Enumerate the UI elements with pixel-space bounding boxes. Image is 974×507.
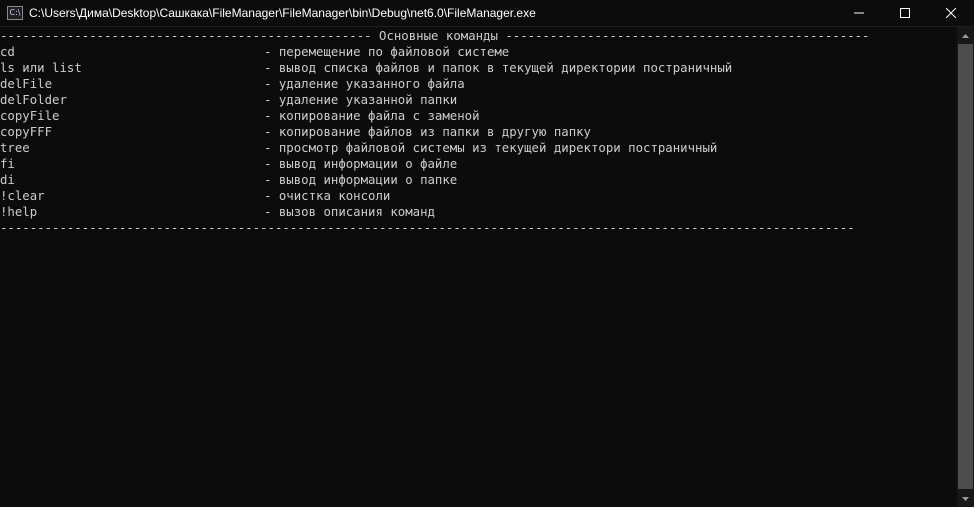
command-description: - просмотр файловой системы из текущей д… [264, 141, 718, 155]
scroll-down-button[interactable] [957, 490, 974, 507]
command-name: delFolder [0, 93, 67, 107]
command-description: - очистка консоли [264, 189, 391, 203]
command-description: - копирование файла с заменой [264, 109, 480, 123]
command-row: copyFFF - копирование файлов из папки в д… [0, 124, 958, 140]
command-row: ls или list - вывод списка файлов и папок… [0, 60, 958, 76]
command-row: !help - вызов описания команд [0, 204, 958, 220]
close-button[interactable] [928, 0, 974, 26]
scroll-up-button[interactable] [957, 27, 974, 44]
minimize-button[interactable] [836, 0, 882, 26]
maximize-icon [900, 8, 910, 18]
vertical-scrollbar[interactable] [957, 27, 974, 507]
maximize-button[interactable] [882, 0, 928, 26]
command-name: tree [0, 141, 30, 155]
command-description: - удаление указанного файла [264, 77, 465, 91]
command-row: fi - вывод информации о файле [0, 156, 958, 172]
command-name: !clear [0, 189, 45, 203]
command-name: fi [0, 157, 15, 171]
command-description: - вывод списка файлов и папок в текущей … [264, 61, 733, 75]
command-description: - вывод информации о папке [264, 173, 458, 187]
command-name: delFile [0, 77, 53, 91]
console-output[interactable]: ----------------------------------------… [0, 28, 958, 507]
window-controls [836, 0, 974, 26]
command-name: copyFile [0, 109, 60, 123]
footer-separator: ----------------------------------------… [0, 221, 855, 235]
command-description: - перемещение по файловой системе [264, 45, 510, 59]
command-name: ls или list [0, 61, 82, 75]
command-row: !clear - очистка консоли [0, 188, 958, 204]
console-app-icon: C:\ [7, 6, 23, 20]
console-window: C:\ C:\Users\Дима\Desktop\Сашкака\FileMa… [0, 0, 974, 507]
command-row: delFile - удаление указанного файла [0, 76, 958, 92]
command-name: !help [0, 205, 38, 219]
command-list: cd - перемещение по файловой системе ls ил… [0, 44, 958, 220]
title-bar[interactable]: C:\ C:\Users\Дима\Desktop\Сашкака\FileMa… [0, 0, 974, 27]
command-description: - удаление указанной папки [264, 93, 458, 107]
command-description: - вывод информации о файле [264, 157, 458, 171]
command-name: copyFFF [0, 125, 53, 139]
scroll-thumb[interactable] [958, 44, 973, 489]
window-title: C:\Users\Дима\Desktop\Сашкака\FileManage… [29, 6, 536, 20]
command-row: delFolder - удаление указанной папки [0, 92, 958, 108]
command-row: di - вывод информации о папке [0, 172, 958, 188]
command-description: - вызов описания команд [264, 205, 435, 219]
command-name: cd [0, 45, 15, 59]
command-row: tree - просмотр файловой системы из текущ… [0, 140, 958, 156]
minimize-icon [854, 12, 864, 14]
command-row: cd - перемещение по файловой системе [0, 44, 958, 60]
close-icon [946, 8, 956, 18]
command-name: di [0, 173, 15, 187]
scroll-up-arrow-icon [962, 33, 969, 38]
scroll-down-arrow-icon [962, 496, 969, 501]
header-separator: ----------------------------------------… [0, 29, 870, 43]
command-description: - копирование файлов из папки в другую п… [264, 125, 591, 139]
command-row: copyFile - копирование файла с заменой [0, 108, 958, 124]
